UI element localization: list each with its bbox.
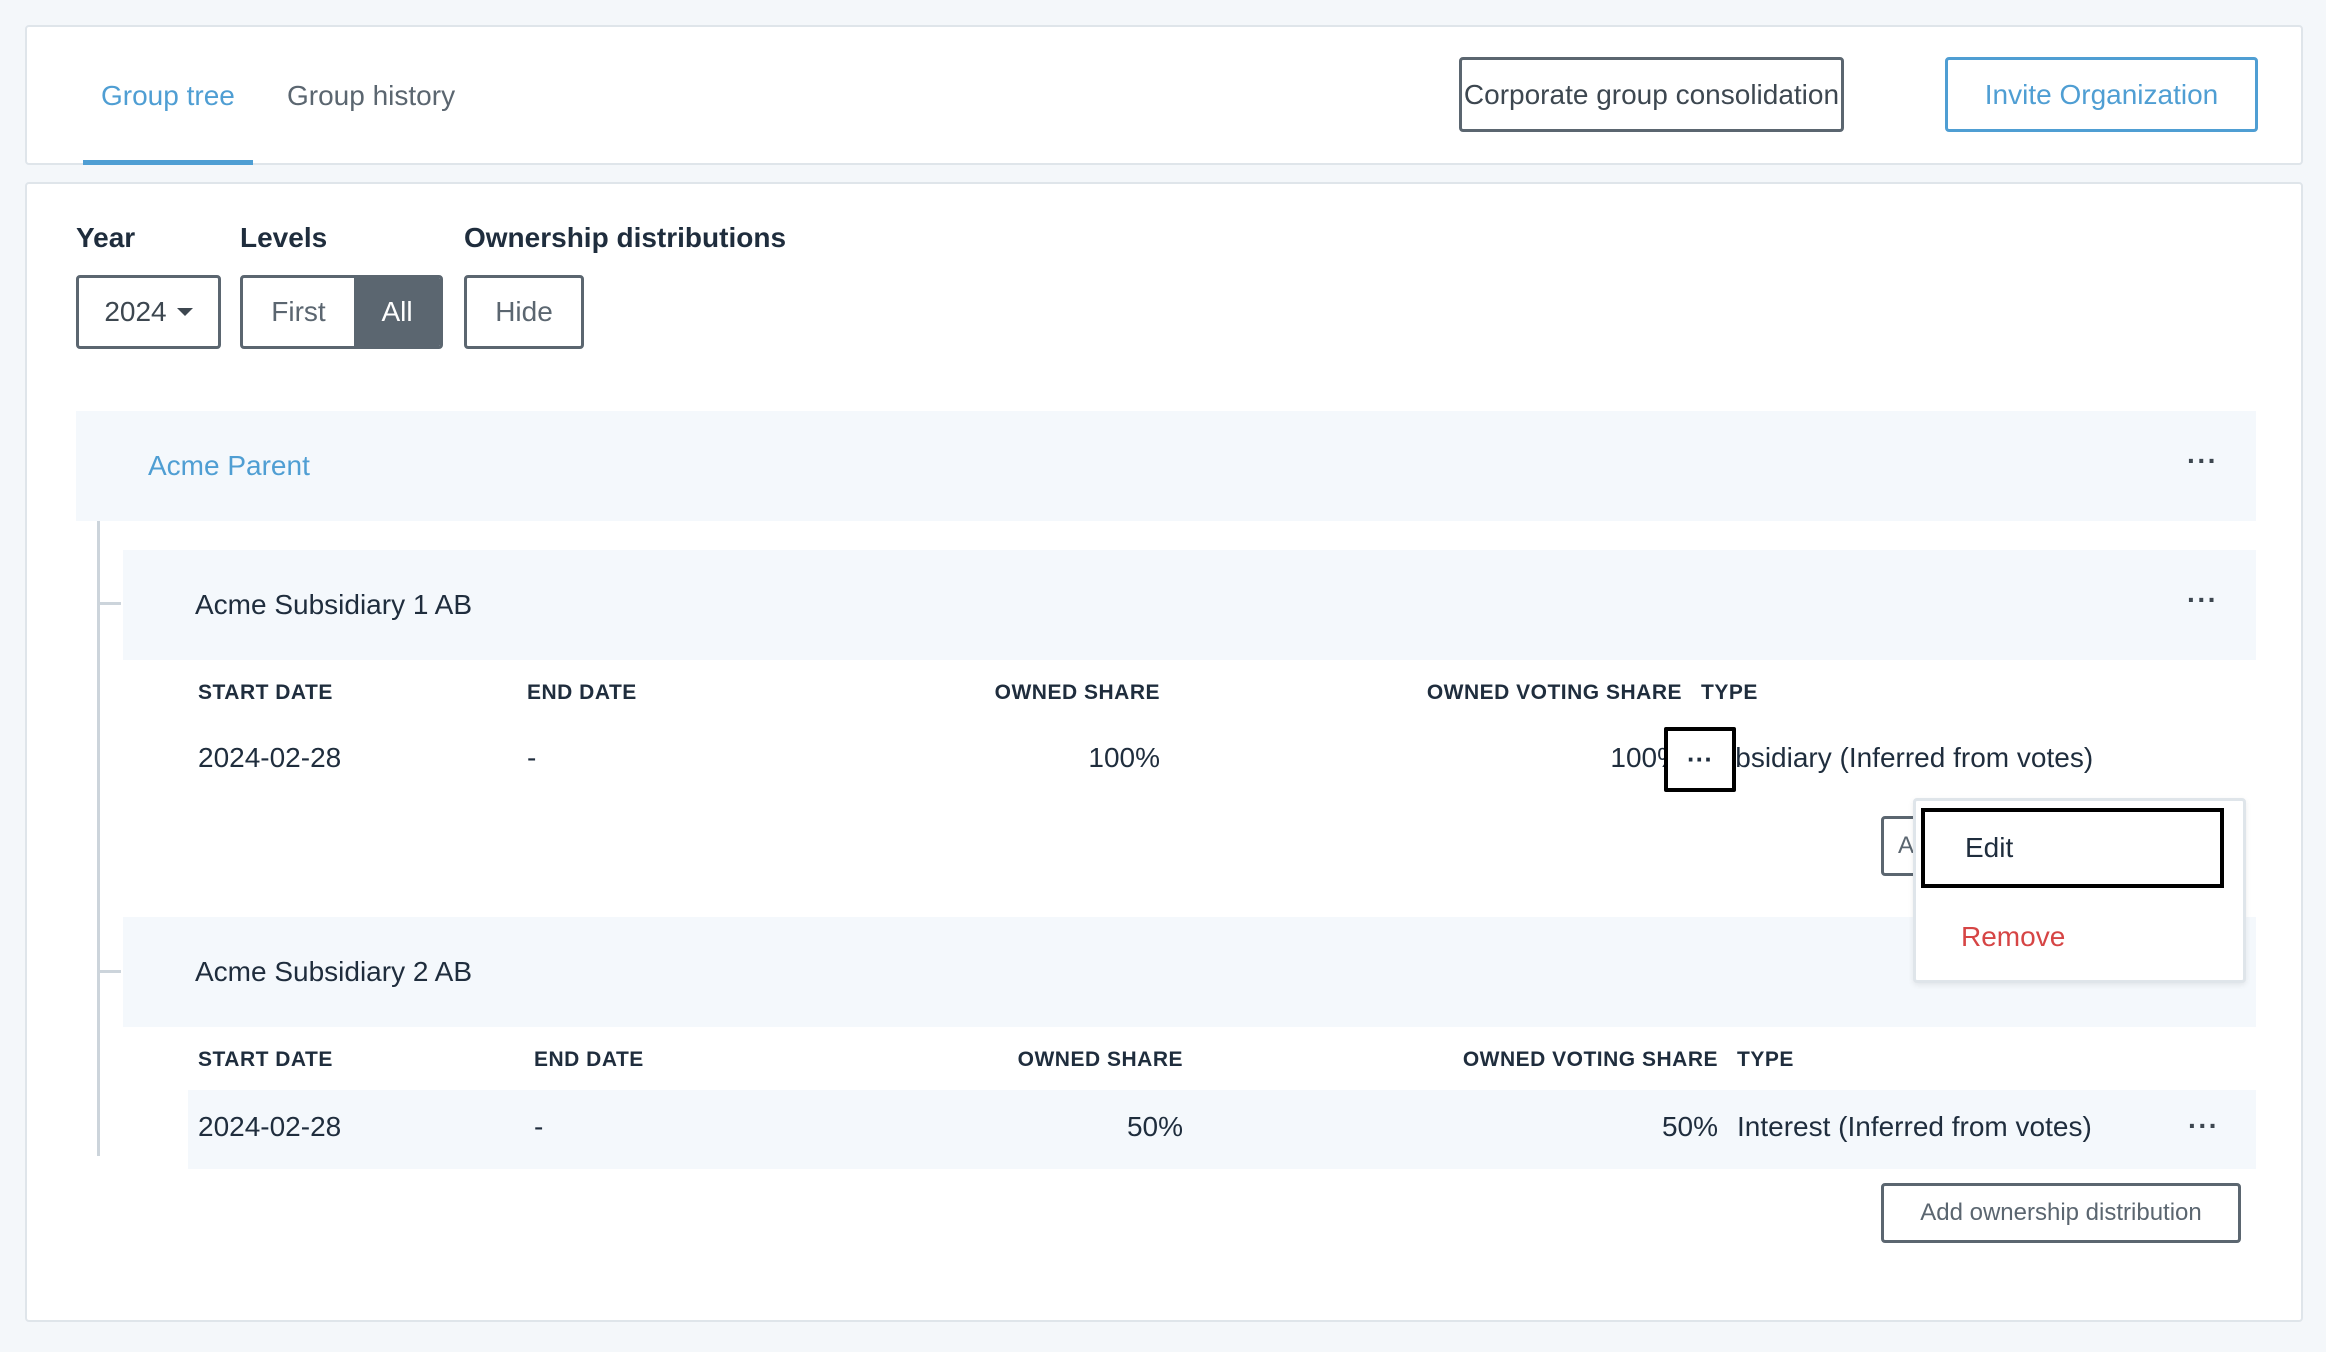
levels-first-button[interactable]: First (243, 278, 354, 346)
subsidiary-name: Acme Subsidiary 2 AB (195, 956, 473, 987)
tab-group-tree[interactable]: Group tree (83, 27, 253, 165)
caret-down-icon (176, 308, 193, 316)
menu-item-edit[interactable]: Edit (1921, 808, 2224, 888)
column-header-owned-voting-share: OWNED VOTING SHARE (1462, 1048, 1718, 1071)
column-header-type: TYPE (1737, 1048, 1794, 1071)
tree-connector-line (97, 521, 100, 1156)
tree-branch-line (97, 602, 121, 605)
cell-end-date: - (534, 1111, 544, 1142)
subsidiary-row: Acme Subsidiary 1 AB ··· (123, 550, 2256, 660)
cell-type: Interest (Inferred from votes) (1737, 1111, 2092, 1142)
parent-org-link[interactable]: Acme Parent (148, 411, 310, 521)
parent-org-row: Acme Parent ··· (76, 411, 2256, 521)
ownership-hide-button[interactable]: Hide (464, 275, 584, 349)
column-header-owned-share: OWNED SHARE (994, 681, 1160, 704)
column-header-owned-share: OWNED SHARE (1017, 1048, 1183, 1071)
ownership-row-more-button[interactable]: ··· (1664, 727, 1736, 792)
ownership-context-menu: Edit Remove (1913, 798, 2246, 983)
column-header-start-date: START DATE (198, 681, 333, 704)
column-header-start-date: START DATE (198, 1048, 333, 1071)
cell-end-date: - (527, 742, 537, 773)
cell-type: Subsidiary (Inferred from votes) (1701, 742, 2094, 773)
cell-start-date: 2024-02-28 (198, 742, 342, 773)
cell-start-date: 2024-02-28 (198, 1111, 342, 1142)
subsidiary-more-icon[interactable]: ··· (2187, 584, 2218, 616)
levels-all-button[interactable]: All (354, 278, 440, 346)
cell-owned-share: 50% (1126, 1111, 1183, 1142)
corporate-group-consolidation-button[interactable]: Corporate group consolidation (1459, 57, 1844, 132)
tab-group-history[interactable]: Group history (269, 27, 473, 165)
levels-label: Levels (240, 222, 328, 253)
year-label: Year (76, 222, 136, 253)
levels-toggle-group: First All (240, 275, 443, 349)
column-header-owned-voting-share: OWNED VOTING SHARE (1426, 681, 1682, 704)
group-tree-card: Year Levels Ownership distributions 2024… (25, 182, 2303, 1322)
cell-owned-voting-share: 100% (1610, 742, 1682, 773)
menu-item-remove[interactable]: Remove (1961, 921, 2065, 953)
subsidiary-name: Acme Subsidiary 1 AB (195, 589, 473, 620)
tree-branch-line (97, 970, 121, 973)
year-select[interactable]: 2024 (76, 275, 221, 349)
year-value: 2024 (104, 296, 167, 327)
ownership-distributions-label: Ownership distributions (464, 222, 787, 253)
parent-more-icon[interactable]: ··· (2187, 445, 2218, 477)
column-header-end-date: END DATE (527, 681, 637, 704)
column-header-type: TYPE (1701, 681, 1758, 704)
ownership-row-more-icon[interactable]: ··· (2188, 1110, 2219, 1142)
add-ownership-distribution-button[interactable]: Add ownership distribution (1881, 1183, 2241, 1243)
cell-owned-share: 100% (1088, 742, 1160, 773)
column-header-end-date: END DATE (534, 1048, 644, 1071)
invite-organization-button[interactable]: Invite Organization (1945, 57, 2258, 132)
cell-owned-voting-share: 50% (1661, 1111, 1718, 1142)
tabs-card: Group tree Group history Corporate group… (25, 25, 2303, 165)
